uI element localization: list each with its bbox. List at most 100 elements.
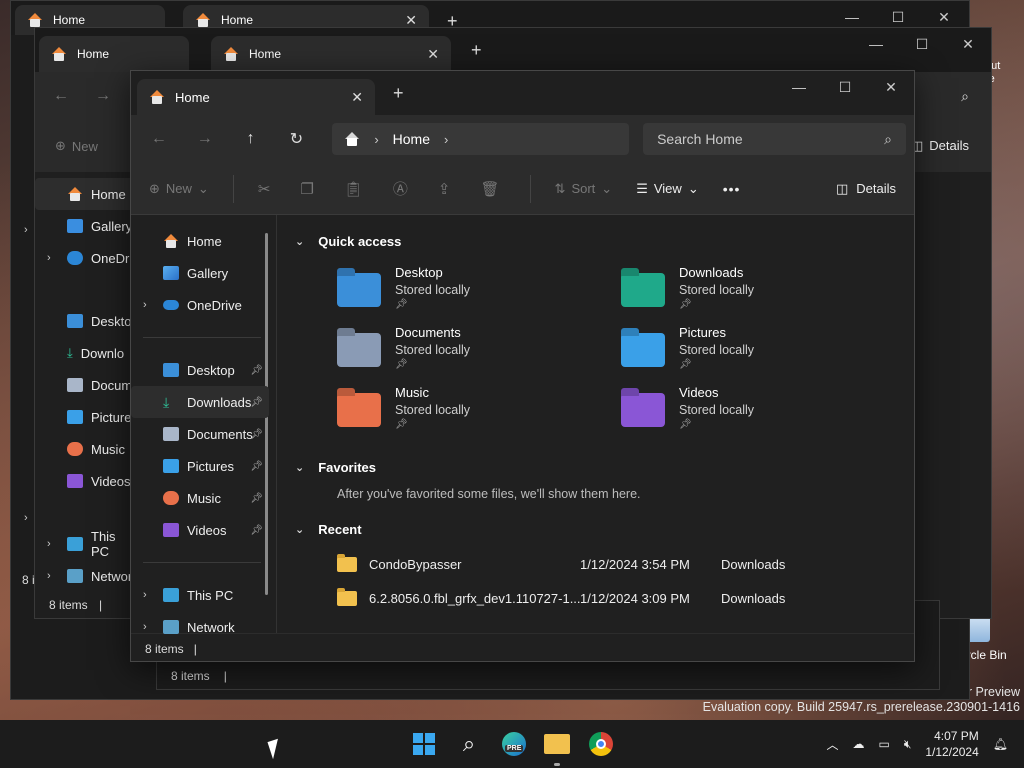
tab-home[interactable]: Home ✕ — [211, 36, 451, 72]
edge-taskbar-button[interactable]: PRE — [500, 730, 528, 758]
quick-access-item-downloads[interactable]: Downloads Stored locally 📌︎ — [621, 265, 905, 321]
cut-icon[interactable]: ✂ — [258, 180, 271, 198]
recent-row[interactable]: 6.2.8056.0.fbl_grfx_dev1.110727-1... 1/1… — [337, 581, 914, 615]
chevron-right-icon[interactable]: › — [143, 299, 147, 311]
new-tab-button[interactable]: + — [471, 40, 482, 61]
back-button[interactable]: ← — [53, 87, 69, 105]
start-button[interactable] — [410, 730, 438, 758]
quick-access-item-desktop[interactable]: Desktop Stored locally 📌︎ — [337, 265, 621, 321]
quick-access-item-documents[interactable]: Documents Stored locally 📌︎ — [337, 325, 621, 381]
tab-home[interactable]: Home — [39, 36, 189, 72]
pin-icon: 📌︎ — [250, 460, 263, 472]
sidebar-item-videos[interactable]: Videos 📌︎ — [131, 514, 269, 546]
bg-sidebar-item-music[interactable]: Music — [35, 433, 135, 465]
maximize-button[interactable]: ☐ — [822, 71, 868, 103]
chevron-right-icon[interactable]: › — [143, 621, 147, 633]
maximize-button[interactable]: ☐ — [899, 28, 945, 60]
paste-icon[interactable]: 📋︎ — [344, 180, 363, 198]
quick-access-item-videos[interactable]: Videos Stored locally 📌︎ — [621, 385, 905, 441]
bg-sidebar-item-gallery[interactable]: Gallery — [35, 210, 135, 242]
chevron-up-icon[interactable]: ︿ — [826, 736, 838, 753]
details-button[interactable]: ◫ Details — [836, 181, 896, 197]
sidebar-item-pictures[interactable]: Pictures 📌︎ — [131, 450, 269, 482]
minimize-button[interactable]: — — [776, 71, 822, 103]
minimize-button[interactable]: — — [853, 28, 899, 60]
bg-sidebar-item-downloads[interactable]: ⤓ Downlo — [35, 337, 135, 369]
file-explorer-window[interactable]: Home ✕ + — ☐ ✕ ← → ↑ ↻ › Home › Search H… — [130, 70, 915, 662]
chevron-down-icon: ⌄ — [197, 180, 209, 196]
sidebar-item-gallery[interactable]: Gallery — [131, 257, 269, 289]
delete-icon[interactable]: 🗑︎ — [481, 180, 500, 198]
volume-muted-icon[interactable]: 🔇︎ — [904, 737, 912, 752]
search-taskbar-button[interactable]: ⌕ — [455, 730, 483, 758]
view-button[interactable]: ☰ View ⌄ — [636, 181, 699, 197]
quick-access-item-music[interactable]: Music Stored locally 📌︎ — [337, 385, 621, 441]
chevron-right-icon[interactable]: › — [374, 132, 378, 147]
downloads-folder-icon — [621, 273, 665, 307]
sidebar-item-network[interactable]: › Network — [131, 611, 269, 643]
onedrive-icon[interactable]: ☁ — [852, 737, 864, 751]
share-icon[interactable]: ⇪ — [438, 180, 451, 198]
chevron-down-icon: ⌄ — [687, 180, 699, 196]
address-bar[interactable]: › Home › — [332, 123, 630, 155]
bg-sidebar-item-desktop[interactable]: Desktop — [35, 305, 139, 337]
bg-sidebar-item-videos[interactable]: Videos — [35, 465, 135, 497]
sidebar-item-desktop[interactable]: Desktop 📌︎ — [131, 354, 269, 386]
sort-button[interactable]: ⇅ Sort ⌄ — [555, 181, 613, 197]
chevron-right-icon[interactable]: › — [47, 570, 51, 582]
chevron-right-icon[interactable]: › — [143, 589, 147, 601]
more-options-button[interactable]: ••• — [723, 181, 741, 197]
chevron-right-icon[interactable]: › — [444, 132, 448, 147]
chevron-right-icon[interactable]: › — [47, 252, 51, 264]
forward-button[interactable]: → — [95, 87, 111, 105]
search-icon[interactable]: ⌕ — [961, 88, 969, 105]
search-input[interactable]: Search Home — [657, 131, 743, 147]
sidebar-item-thispc[interactable]: › This PC — [131, 579, 269, 611]
quick-access-item-pictures[interactable]: Pictures Stored locally 📌︎ — [621, 325, 905, 381]
chevron-right-icon[interactable]: › — [24, 224, 28, 236]
new-button[interactable]: ⊕ New ⌄ — [149, 181, 209, 197]
bg-sidebar-item-network[interactable]: › Networ — [35, 560, 135, 592]
chevron-right-icon[interactable]: › — [47, 538, 51, 550]
network-icon[interactable]: ▭ — [878, 737, 889, 751]
close-button[interactable]: ✕ — [868, 71, 914, 103]
tab-home[interactable]: Home ✕ — [137, 79, 375, 115]
bg-sidebar-item-home[interactable]: Home — [35, 178, 135, 210]
close-tab-icon[interactable]: ✕ — [351, 89, 363, 106]
refresh-button[interactable]: ↻ — [276, 123, 316, 155]
up-button[interactable]: ↑ — [231, 123, 271, 155]
sidebar-item-home[interactable]: Home — [131, 225, 269, 257]
notification-bell-icon[interactable]: 🔔︎ — [993, 737, 1008, 751]
chevron-down-icon[interactable]: ⌄ — [295, 523, 304, 536]
forward-button[interactable]: → — [185, 123, 225, 155]
rename-icon[interactable]: Ⓐ — [393, 178, 408, 199]
breadcrumb-home[interactable]: Home — [393, 131, 430, 147]
clock[interactable]: 4:07 PM 1/12/2024 — [925, 728, 978, 760]
search-box[interactable]: Search Home ⌕ — [643, 123, 907, 155]
section-recent[interactable]: ⌄ Recent — [295, 517, 914, 541]
sidebar-item-documents[interactable]: Documents 📌︎ — [131, 418, 269, 450]
chevron-down-icon[interactable]: ⌄ — [295, 461, 304, 474]
chrome-taskbar-button[interactable] — [587, 730, 615, 758]
details-button[interactable]: ◫ Details — [911, 138, 969, 154]
bg-sidebar-item-pictures[interactable]: Pictures — [35, 401, 138, 433]
sidebar-item-downloads[interactable]: ⤓ Downloads 📌︎ — [131, 386, 269, 418]
file-explorer-taskbar-button[interactable] — [543, 730, 571, 766]
new-tab-button[interactable]: + — [393, 83, 404, 104]
back-button[interactable]: ← — [139, 123, 179, 155]
section-quick-access[interactable]: ⌄ Quick access — [295, 229, 914, 253]
bg-sidebar-item-onedrive[interactable]: › OneDrive — [35, 242, 146, 274]
recent-row[interactable]: CondoBypasser 1/12/2024 3:54 PM Download… — [337, 547, 914, 581]
sidebar-item-music[interactable]: Music 📌︎ — [131, 482, 269, 514]
close-tab-icon[interactable]: ✕ — [405, 12, 417, 29]
sidebar-item-onedrive[interactable]: › OneDrive — [131, 289, 269, 321]
chevron-right-icon[interactable]: › — [24, 512, 28, 524]
chevron-down-icon[interactable]: ⌄ — [295, 235, 304, 248]
bg-sidebar-item-thispc[interactable]: › This PC — [35, 528, 135, 560]
close-button[interactable]: ✕ — [945, 28, 991, 60]
close-tab-icon[interactable]: ✕ — [427, 46, 439, 63]
copy-icon[interactable]: ❐ — [300, 180, 313, 198]
section-favorites[interactable]: ⌄ Favorites — [295, 455, 914, 479]
new-button[interactable]: New — [72, 139, 98, 154]
bg-sidebar-item-documents[interactable]: Docum — [35, 369, 135, 401]
